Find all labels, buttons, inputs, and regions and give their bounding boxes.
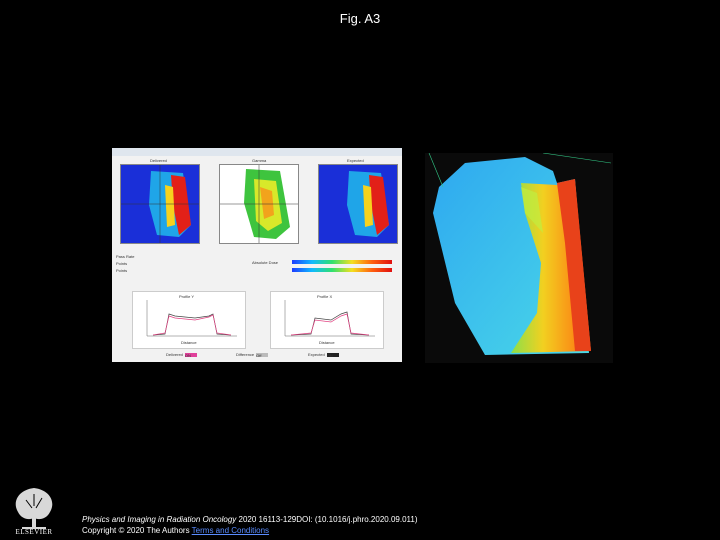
toggle-difference[interactable]: Difference Off <box>236 352 269 358</box>
expected-dose-map <box>318 164 398 244</box>
gamma-map <box>219 164 299 244</box>
delivered-dose-map <box>120 164 200 244</box>
profile-y-xlabel: Distance <box>181 340 197 345</box>
figure-title: Fig. A3 <box>339 11 381 26</box>
elsevier-wordmark: ELSEVIER <box>15 528 53 536</box>
dose-rendering-image <box>425 153 613 363</box>
map-label-delivered: Delivered <box>150 158 167 163</box>
toggle-expected[interactable]: Expected ON <box>308 352 339 358</box>
gamma-colorbar <box>292 268 392 272</box>
citation-text: 2020 16113-129DOI: (10.1016/j.phro.2020.… <box>236 515 418 524</box>
dose-comparison-panel: Delivered Gamma Expected Pass Rate Point… <box>112 148 402 362</box>
stats-label-3: Points <box>116 268 128 273</box>
profile-y-plot: Profile Y Distance <box>132 291 246 349</box>
profile-x-xlabel: Distance <box>319 340 335 345</box>
toggle-delivered[interactable]: Delivered ON <box>166 352 197 358</box>
panel-toolbar <box>112 148 402 156</box>
map-label-expected: Expected <box>347 158 364 163</box>
map-label-gamma: Gamma <box>252 158 267 163</box>
citation-line: Physics and Imaging in Radiation Oncolog… <box>82 514 417 525</box>
dose-colorbar <box>292 260 392 264</box>
profile-x-plot: Profile X Distance <box>270 291 384 349</box>
stats-label-1: Pass Rate <box>116 254 135 259</box>
stats-label-2: Points <box>116 261 128 266</box>
terms-link[interactable]: Terms and Conditions <box>192 526 269 535</box>
legend-label: Absolute Dose <box>252 260 279 265</box>
copyright-text: Copyright © 2020 The Authors <box>82 526 190 535</box>
journal-name: Physics and Imaging in Radiation Oncolog… <box>82 515 237 524</box>
copyright-line: Copyright © 2020 The Authors Terms and C… <box>82 525 417 536</box>
citation-footer: Physics and Imaging in Radiation Oncolog… <box>82 514 417 536</box>
